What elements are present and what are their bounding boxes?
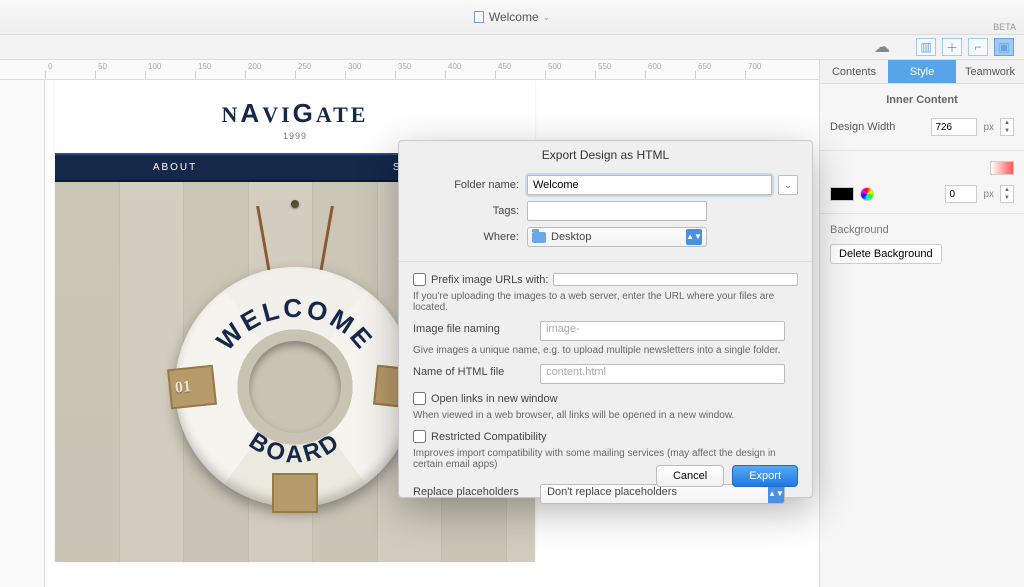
where-value: Desktop [551,231,591,243]
beta-badge: BETA [993,22,1016,32]
border-width-stepper[interactable]: ▲▼ [1000,185,1014,203]
ruler-horizontal: 0 50 100 150 200 250 300 350 400 450 500… [0,60,819,80]
image-naming-hint: Give images a unique name, e.g. to uploa… [399,343,812,362]
html-name-label: Name of HTML file [399,366,537,378]
tab-contents[interactable]: Contents [820,60,888,83]
background-section-label: Background [820,213,1024,240]
prefix-urls-checkbox[interactable] [413,273,426,286]
image-naming-input[interactable]: image- [540,321,785,341]
cloud-icon[interactable]: ☁ [874,37,890,57]
border-gradient-swatch[interactable] [990,161,1014,175]
brand-name: NAVIGATE [55,98,535,129]
updown-arrows-icon: ▲▼ [686,229,702,245]
ring-text: WELCOME BOARD [175,267,415,507]
open-links-label: Open links in new window [431,393,558,405]
tab-teamwork[interactable]: Teamwork [956,60,1024,83]
tab-style[interactable]: Style [888,60,956,83]
design-width-unit: px [983,122,994,133]
folder-name-input[interactable] [527,175,772,195]
layout-columns-button[interactable]: ▥ [916,38,936,56]
open-links-checkbox[interactable] [413,392,426,405]
folder-name-label: Folder name: [413,179,521,191]
background-buttons: Delete Background [820,240,1024,268]
folder-icon [532,232,546,243]
tags-label: Tags: [413,205,521,217]
design-width-input[interactable] [931,118,977,136]
border-width-input[interactable] [945,185,977,203]
prefix-urls-input[interactable] [553,273,798,286]
restricted-checkbox[interactable] [413,430,426,443]
document-icon [474,11,484,23]
open-links-hint: When viewed in a web browser, all links … [399,408,812,427]
border-swatch-row [820,150,1024,185]
inspector-toggle-button[interactable]: ▣ [994,38,1014,56]
where-popup[interactable]: Desktop ▲▼ [527,227,707,247]
border-controls: px ▲▼ [820,185,1024,213]
image-naming-label: Image file naming [399,323,537,335]
design-width-stepper[interactable]: ▲▼ [1000,118,1014,136]
rope-icon [265,206,325,276]
ruler-vertical [0,80,45,587]
color-picker-icon[interactable] [860,187,874,201]
border-width-unit: px [983,189,994,200]
svg-text:WELCOME: WELCOME [210,293,380,356]
toolbar: ☁ ▥ ＋ ⌐ ▣ [0,35,1024,60]
restricted-label: Restricted Compatibility [431,431,547,443]
life-ring: 01 01 WELCOME BOARD [175,267,415,507]
prefix-urls-hint: If you're uploading the images to a web … [399,289,812,319]
where-label: Where: [413,231,521,243]
html-name-input[interactable]: content.html [540,364,785,384]
updown-arrows-icon: ▲▼ [768,485,784,503]
delete-background-button[interactable]: Delete Background [830,244,942,264]
dialog-title: Export Design as HTML [399,141,812,172]
layout-add-column-button[interactable]: ＋ [942,38,962,56]
border-color-swatch[interactable] [830,187,854,201]
cancel-button[interactable]: Cancel [656,465,724,487]
svg-text:BOARD: BOARD [244,427,346,468]
replace-placeholders-select[interactable]: Don't replace placeholders ▲▼ [540,484,785,504]
nav-about[interactable]: ABOUT [153,162,197,173]
section-title-inner-content: Inner Content [820,84,1024,114]
folder-history-button[interactable]: ⌄ [778,175,798,195]
prefix-urls-label: Prefix image URLs with: [431,274,548,286]
chevron-down-icon[interactable]: ⌄ [543,12,551,23]
export-dialog: Export Design as HTML Folder name: ⌄ Tag… [398,140,813,498]
replace-placeholders-label: Replace placeholders [399,486,537,498]
design-width-row: Design Width px ▲▼ [820,114,1024,140]
tags-input[interactable] [527,201,707,221]
design-width-label: Design Width [830,121,925,133]
layout-guides-button[interactable]: ⌐ [968,38,988,56]
document-title[interactable]: Welcome [489,10,539,24]
titlebar: Welcome ⌄ [0,0,1024,35]
inspector-panel: Contents Style Teamwork Inner Content De… [819,60,1024,587]
inspector-tabs: Contents Style Teamwork [820,60,1024,84]
export-button[interactable]: Export [732,465,798,487]
